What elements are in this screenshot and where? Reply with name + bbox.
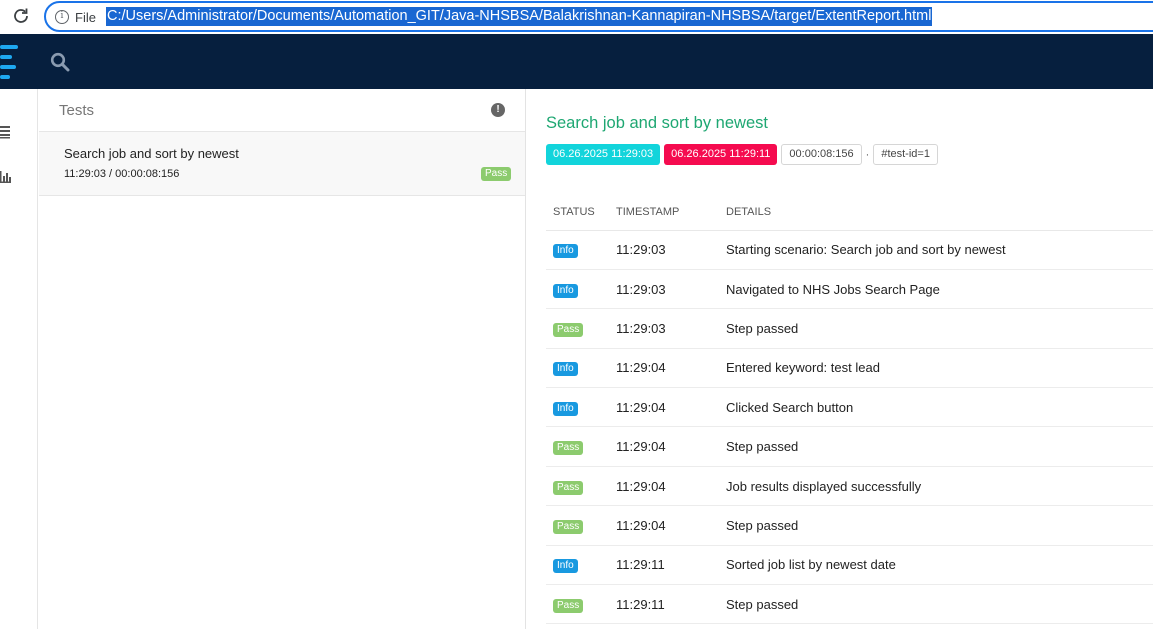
log-details: Step passed bbox=[726, 584, 1153, 625]
log-details: Entered keyword: test lead bbox=[726, 348, 1153, 389]
timestamp-column-header: TIMESTAMP bbox=[616, 195, 726, 231]
log-timestamp: 11:29:04 bbox=[616, 387, 726, 428]
test-meta: 11:29:03 / 00:00:08:156 bbox=[64, 168, 180, 180]
site-info-chip[interactable]: i File bbox=[55, 9, 96, 25]
status-badge: Pass bbox=[481, 167, 512, 181]
log-timestamp: 11:29:04 bbox=[616, 426, 726, 467]
test-id-chip: #test-id=1 bbox=[873, 144, 938, 165]
search-icon[interactable] bbox=[50, 52, 70, 72]
test-title: Search job and sort by newest bbox=[546, 114, 768, 132]
start-time-chip: 06.26.2025 11:29:03 bbox=[546, 144, 661, 165]
log-details: Step passed bbox=[726, 308, 1153, 349]
chip-separator: · bbox=[865, 148, 870, 161]
status-badge: Info bbox=[553, 362, 578, 377]
log-row: Info 11:29:04 Entered keyword: test lead bbox=[546, 348, 1153, 389]
logo bbox=[0, 45, 18, 79]
status-badge: Pass bbox=[553, 598, 584, 613]
end-time-chip: 06.26.2025 11:29:11 bbox=[664, 144, 778, 165]
status-badge: Info bbox=[553, 401, 578, 416]
log-details: Step passed bbox=[726, 505, 1153, 546]
log-row: Info 11:29:03 Navigated to NHS Jobs Sear… bbox=[546, 269, 1153, 310]
log-row: Pass 11:29:04 Job results displayed succ… bbox=[546, 466, 1153, 507]
scheme-label: File bbox=[75, 9, 96, 25]
status-column-header: STATUS bbox=[546, 195, 616, 231]
status-badge: Pass bbox=[553, 441, 584, 456]
log-details: Clicked Search button bbox=[726, 387, 1153, 428]
log-row: Info 11:29:11 Sorted job list by newest … bbox=[546, 545, 1153, 586]
log-timestamp: 11:29:04 bbox=[616, 466, 726, 507]
reload-icon[interactable] bbox=[11, 6, 31, 26]
log-row: Pass 11:29:04 Step passed bbox=[546, 426, 1153, 467]
status-badge: Info bbox=[553, 244, 578, 259]
app-navbar bbox=[0, 34, 1153, 89]
browser-toolbar: i File C:/Users/Administrator/Documents/… bbox=[0, 0, 1153, 34]
log-row: Pass 11:29:04 Step passed bbox=[546, 505, 1153, 546]
log-timestamp: 11:29:11 bbox=[616, 545, 726, 586]
test-list-title: Tests bbox=[59, 102, 95, 119]
status-badge: Info bbox=[553, 283, 578, 298]
log-row: Info 11:29:04 Clicked Search button bbox=[546, 387, 1153, 428]
log-timestamp: 11:29:04 bbox=[616, 348, 726, 389]
bar-chart-icon[interactable] bbox=[0, 170, 12, 184]
alert-icon[interactable]: ! bbox=[491, 103, 505, 117]
test-name: Search job and sort by newest bbox=[64, 146, 239, 161]
status-badge: Pass bbox=[553, 519, 584, 534]
log-timestamp: 11:29:11 bbox=[616, 584, 726, 625]
log-table: STATUS TIMESTAMP DETAILS Info 11:29:03 S… bbox=[546, 195, 1153, 625]
test-list-panel: Tests ! Search job and sort by newest 11… bbox=[39, 89, 526, 629]
test-list-item[interactable]: Search job and sort by newest 11:29:03 /… bbox=[39, 132, 525, 196]
duration-chip: 00:00:08:156 bbox=[781, 144, 862, 165]
log-details: Job results displayed successfully bbox=[726, 466, 1153, 507]
url-text[interactable]: C:/Users/Administrator/Documents/Automat… bbox=[106, 7, 933, 26]
status-badge: Pass bbox=[553, 480, 584, 495]
side-nav bbox=[0, 89, 38, 629]
log-table-header: STATUS TIMESTAMP DETAILS bbox=[546, 195, 1153, 231]
log-row: Pass 11:29:11 Step passed bbox=[546, 584, 1153, 625]
address-bar[interactable]: i File C:/Users/Administrator/Documents/… bbox=[44, 1, 1153, 32]
log-details: Starting scenario: Search job and sort b… bbox=[726, 230, 1153, 270]
status-badge: Info bbox=[553, 559, 578, 574]
log-timestamp: 11:29:04 bbox=[616, 505, 726, 546]
log-details: Step passed bbox=[726, 426, 1153, 467]
test-detail-panel: Search job and sort by newest 06.26.2025… bbox=[526, 89, 1153, 629]
log-timestamp: 11:29:03 bbox=[616, 269, 726, 310]
log-timestamp: 11:29:03 bbox=[616, 308, 726, 349]
log-details: Navigated to NHS Jobs Search Page bbox=[726, 269, 1153, 310]
details-column-header: DETAILS bbox=[726, 195, 1153, 231]
info-icon: i bbox=[55, 10, 69, 24]
log-row: Pass 11:29:03 Step passed bbox=[546, 308, 1153, 349]
log-timestamp: 11:29:03 bbox=[616, 230, 726, 270]
status-badge: Pass bbox=[553, 322, 584, 337]
log-row: Info 11:29:03 Starting scenario: Search … bbox=[546, 230, 1153, 270]
list-icon[interactable] bbox=[0, 125, 12, 139]
test-list-header: Tests ! bbox=[39, 89, 525, 132]
log-details: Sorted job list by newest date bbox=[726, 545, 1153, 586]
test-time-chips: 06.26.2025 11:29:03 06.26.2025 11:29:11 … bbox=[546, 144, 942, 165]
